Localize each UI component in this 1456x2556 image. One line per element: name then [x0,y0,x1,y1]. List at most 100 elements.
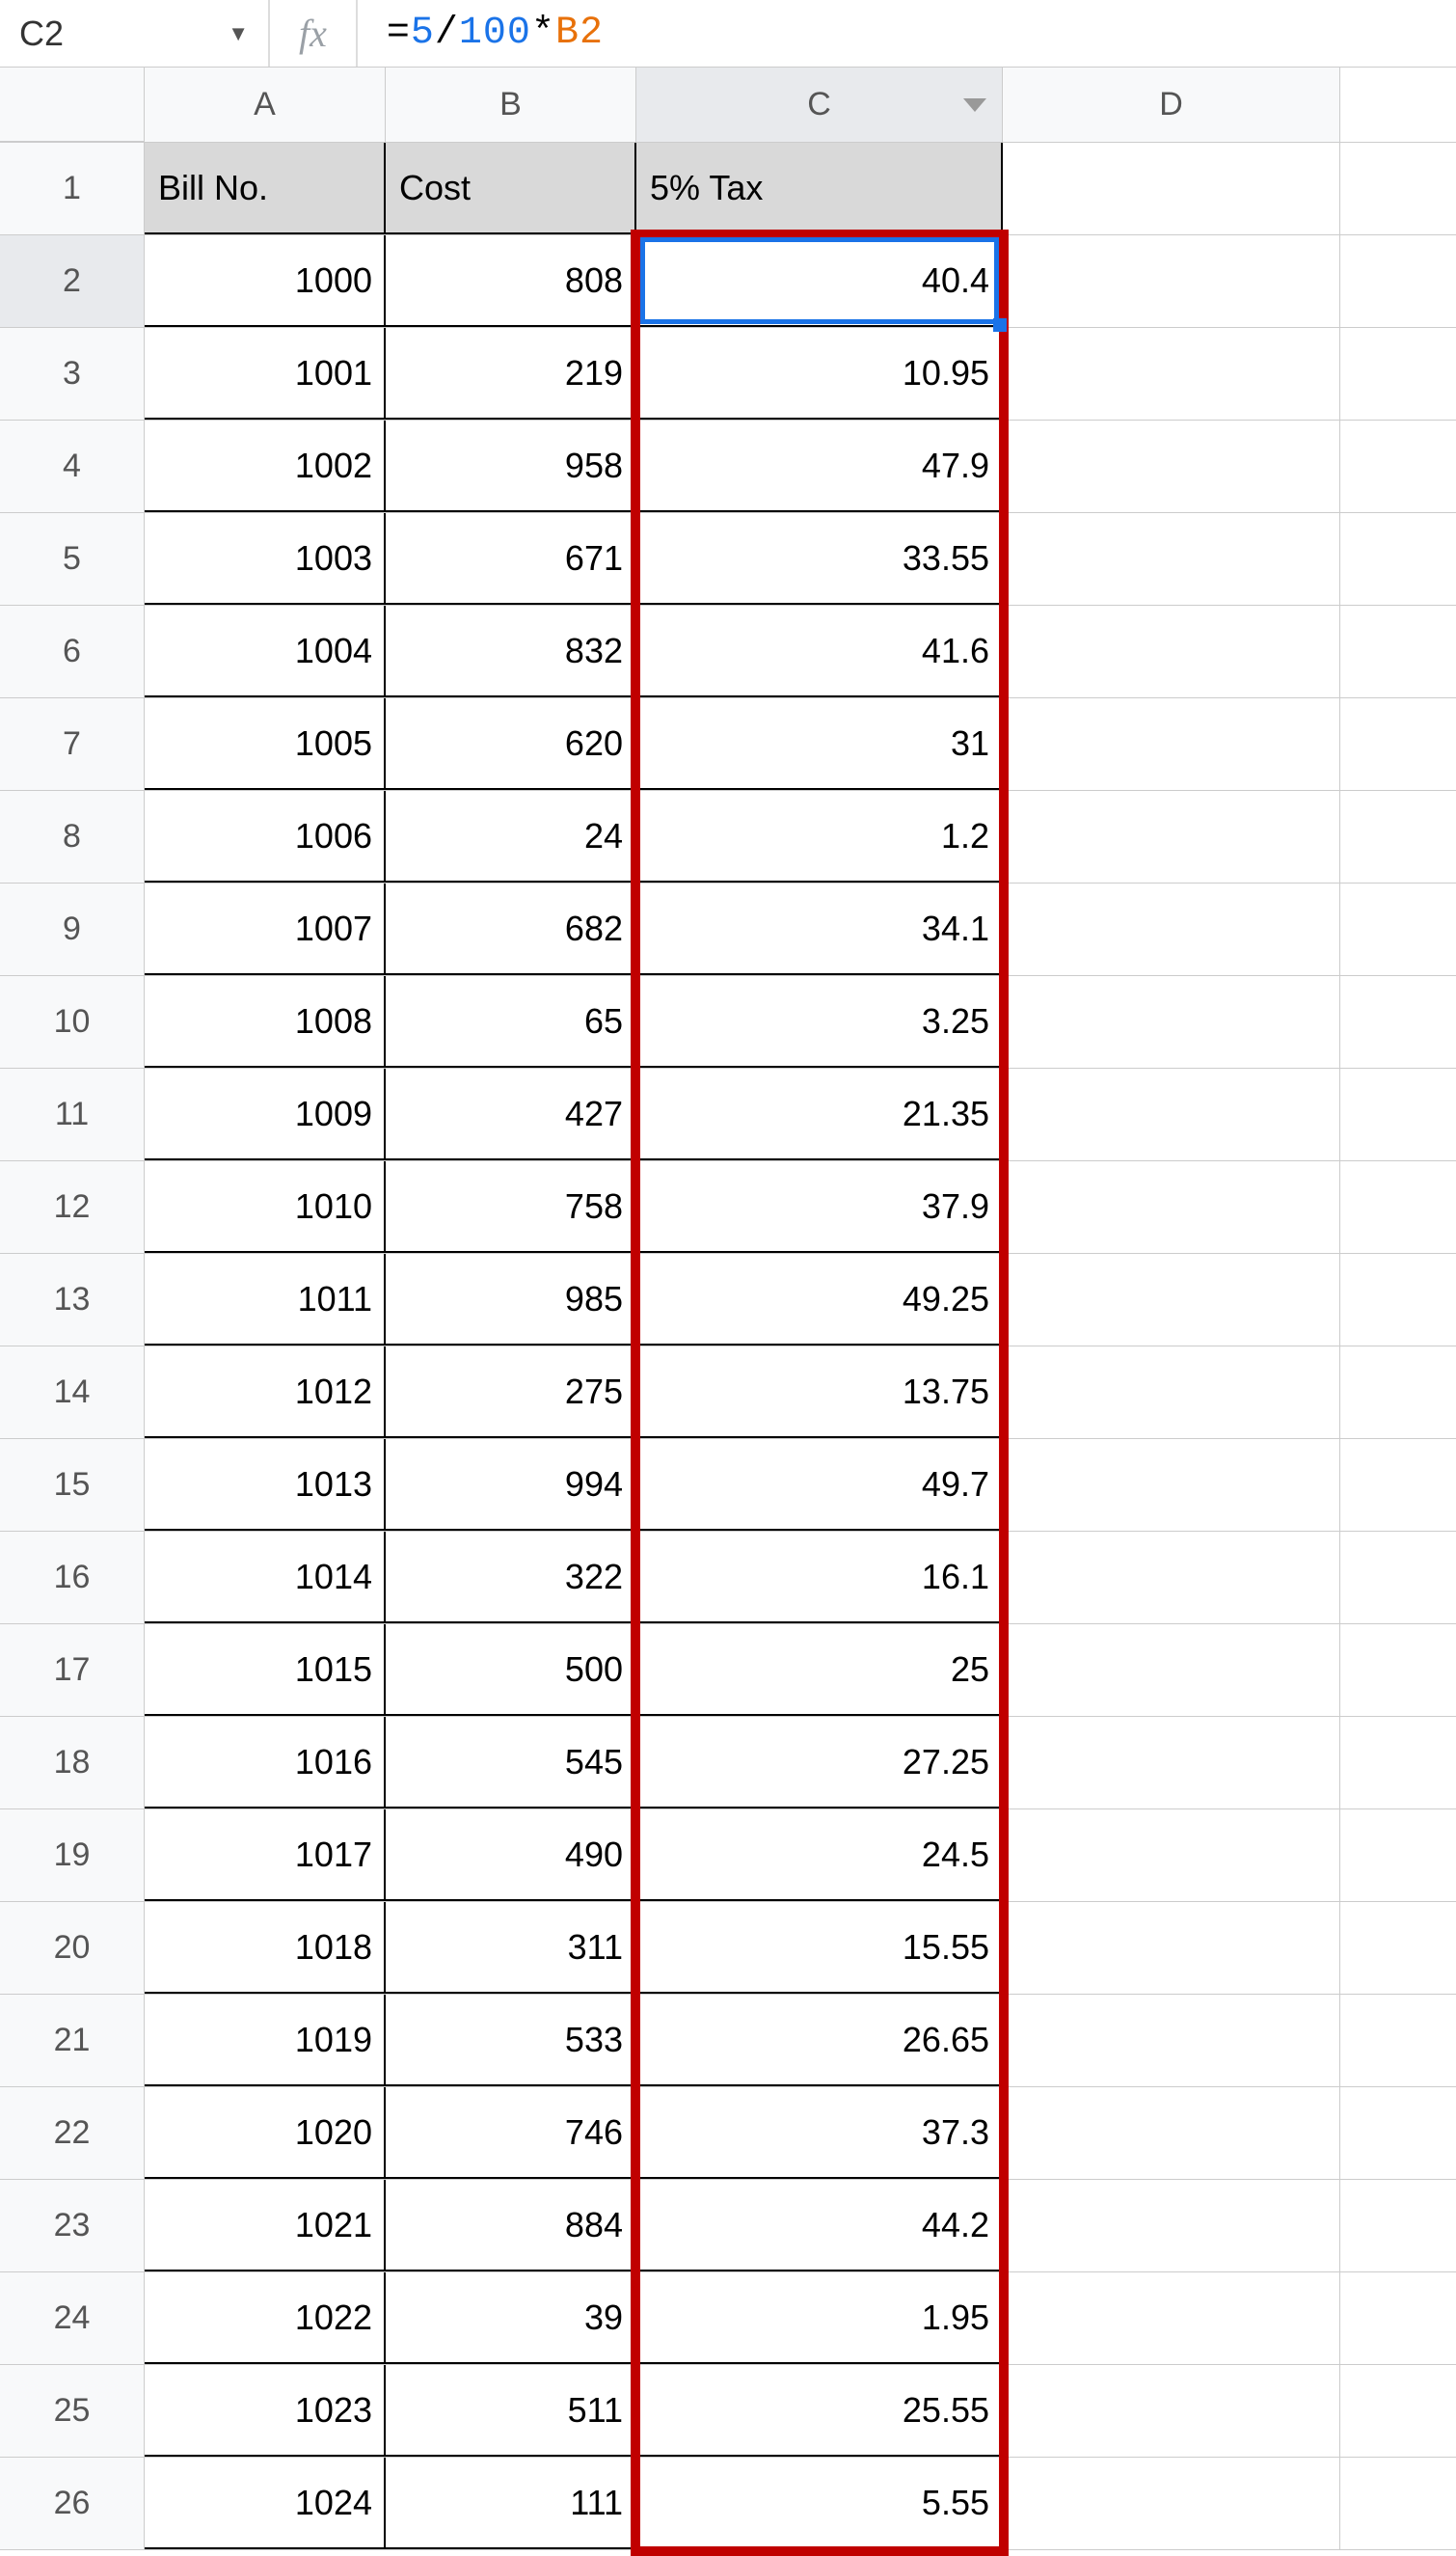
row-header[interactable]: 18 [0,1717,145,1808]
row-header[interactable]: 12 [0,1161,145,1253]
name-box-dropdown-icon[interactable]: ▼ [228,21,249,46]
row-header[interactable]: 20 [0,1902,145,1994]
row-header[interactable]: 10 [0,976,145,1068]
cell-A13[interactable]: 1011 [145,1254,386,1346]
cell-A4[interactable]: 1002 [145,421,386,512]
cell-B14[interactable]: 275 [386,1346,636,1438]
cell-A9[interactable]: 1007 [145,884,386,975]
cell-D14[interactable] [1003,1346,1340,1438]
row-header[interactable]: 7 [0,698,145,790]
cell-D9[interactable] [1003,884,1340,975]
cell-A1[interactable]: Bill No. [145,143,386,234]
chevron-down-icon[interactable] [963,98,986,112]
cell-B15[interactable]: 994 [386,1439,636,1531]
row-header[interactable]: 26 [0,2458,145,2549]
cell-D5[interactable] [1003,513,1340,605]
cell-A20[interactable]: 1018 [145,1902,386,1994]
cell-B9[interactable]: 682 [386,884,636,975]
cell-C17[interactable]: 25 [636,1624,1003,1716]
cell-C16[interactable]: 16.1 [636,1532,1003,1623]
name-box[interactable]: C2 ▼ [10,0,270,67]
cell-C8[interactable]: 1.2 [636,791,1003,883]
row-header[interactable]: 24 [0,2272,145,2364]
cell-B18[interactable]: 545 [386,1717,636,1808]
select-all-corner[interactable] [0,68,145,142]
row-header[interactable]: 19 [0,1809,145,1901]
cell-D22[interactable] [1003,2087,1340,2179]
cell-C24[interactable]: 1.95 [636,2272,1003,2364]
cell-A17[interactable]: 1015 [145,1624,386,1716]
cell-A18[interactable]: 1016 [145,1717,386,1808]
row-header[interactable]: 5 [0,513,145,605]
cell-D13[interactable] [1003,1254,1340,1346]
row-header[interactable]: 23 [0,2180,145,2271]
col-header-C[interactable]: C [636,68,1003,142]
cell-B13[interactable]: 985 [386,1254,636,1346]
cell-B11[interactable]: 427 [386,1069,636,1160]
cell-D17[interactable] [1003,1624,1340,1716]
cell-D19[interactable] [1003,1809,1340,1901]
cell-D18[interactable] [1003,1717,1340,1808]
cell-D24[interactable] [1003,2272,1340,2364]
cell-C18[interactable]: 27.25 [636,1717,1003,1808]
cell-B10[interactable]: 65 [386,976,636,1068]
cell-B4[interactable]: 958 [386,421,636,512]
cell-C3[interactable]: 10.95 [636,328,1003,420]
cell-A5[interactable]: 1003 [145,513,386,605]
cell-A26[interactable]: 1024 [145,2458,386,2549]
cell-D12[interactable] [1003,1161,1340,1253]
cell-B5[interactable]: 671 [386,513,636,605]
row-header[interactable]: 6 [0,606,145,697]
cell-C14[interactable]: 13.75 [636,1346,1003,1438]
cell-A24[interactable]: 1022 [145,2272,386,2364]
row-header[interactable]: 1 [0,143,145,234]
cell-B6[interactable]: 832 [386,606,636,697]
cell-B24[interactable]: 39 [386,2272,636,2364]
row-header[interactable]: 9 [0,884,145,975]
cell-A7[interactable]: 1005 [145,698,386,790]
row-header[interactable]: 25 [0,2365,145,2457]
row-header[interactable]: 4 [0,421,145,512]
row-header[interactable]: 3 [0,328,145,420]
cell-C4[interactable]: 47.9 [636,421,1003,512]
cell-D23[interactable] [1003,2180,1340,2271]
cell-B26[interactable]: 111 [386,2458,636,2549]
cell-A6[interactable]: 1004 [145,606,386,697]
cell-A2[interactable]: 1000 [145,235,386,327]
cell-C1[interactable]: 5% Tax [636,143,1003,234]
col-header-A[interactable]: A [145,68,386,142]
cell-B25[interactable]: 511 [386,2365,636,2457]
cell-A3[interactable]: 1001 [145,328,386,420]
cell-B20[interactable]: 311 [386,1902,636,1994]
cell-B8[interactable]: 24 [386,791,636,883]
cell-D6[interactable] [1003,606,1340,697]
cell-B1[interactable]: Cost [386,143,636,234]
cell-D26[interactable] [1003,2458,1340,2549]
cell-D25[interactable] [1003,2365,1340,2457]
row-header[interactable]: 11 [0,1069,145,1160]
cell-D21[interactable] [1003,1995,1340,2086]
fill-handle[interactable] [993,318,1007,332]
cell-D8[interactable] [1003,791,1340,883]
cell-D2[interactable] [1003,235,1340,327]
cell-C12[interactable]: 37.9 [636,1161,1003,1253]
cell-C23[interactable]: 44.2 [636,2180,1003,2271]
cell-A23[interactable]: 1021 [145,2180,386,2271]
col-header-B[interactable]: B [386,68,636,142]
cell-A11[interactable]: 1009 [145,1069,386,1160]
cell-A21[interactable]: 1019 [145,1995,386,2086]
cell-D7[interactable] [1003,698,1340,790]
cell-B7[interactable]: 620 [386,698,636,790]
row-header[interactable]: 16 [0,1532,145,1623]
row-header[interactable]: 14 [0,1346,145,1438]
col-header-D[interactable]: D [1003,68,1340,142]
cell-A15[interactable]: 1013 [145,1439,386,1531]
cell-A12[interactable]: 1010 [145,1161,386,1253]
cell-D15[interactable] [1003,1439,1340,1531]
cell-C26[interactable]: 5.55 [636,2458,1003,2549]
cell-A8[interactable]: 1006 [145,791,386,883]
cell-D4[interactable] [1003,421,1340,512]
cell-A16[interactable]: 1014 [145,1532,386,1623]
cell-C19[interactable]: 24.5 [636,1809,1003,1901]
cell-C13[interactable]: 49.25 [636,1254,1003,1346]
